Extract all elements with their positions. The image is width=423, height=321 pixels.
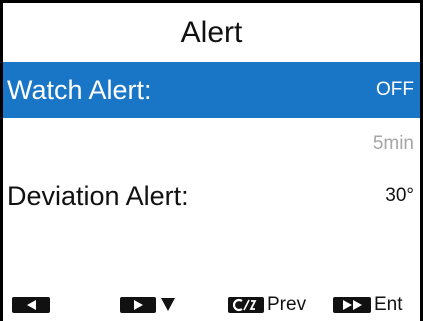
- softkey-bar: Prev Ent: [0, 288, 423, 321]
- watch-interval-value: 5min: [372, 133, 414, 154]
- watch-interval-row[interactable]: 5min: [3, 118, 420, 170]
- screen-title: Alert: [180, 16, 243, 49]
- cancel-key-icon: [228, 296, 264, 313]
- deviation-alert-label: Deviation Alert:: [7, 180, 189, 211]
- softkey-enter[interactable]: Ent: [333, 288, 403, 321]
- enter-label: Ent: [374, 293, 403, 315]
- right-arrow-key-icon: [120, 296, 156, 313]
- deviation-alert-row[interactable]: Deviation Alert: 30°: [3, 168, 420, 224]
- deviation-alert-value: 30°: [385, 185, 414, 206]
- watch-alert-label: Watch Alert:: [7, 74, 152, 105]
- softkey-down[interactable]: [120, 288, 175, 321]
- softkey-left[interactable]: [12, 288, 50, 321]
- watch-alert-row[interactable]: Watch Alert: OFF: [3, 62, 420, 118]
- watch-alert-value: OFF: [376, 79, 414, 100]
- softkey-prev[interactable]: Prev: [228, 288, 306, 321]
- down-triangle-icon: [161, 298, 175, 311]
- left-arrow-key-icon: [12, 296, 50, 313]
- fast-forward-key-icon: [333, 296, 371, 313]
- prev-label: Prev: [267, 293, 307, 315]
